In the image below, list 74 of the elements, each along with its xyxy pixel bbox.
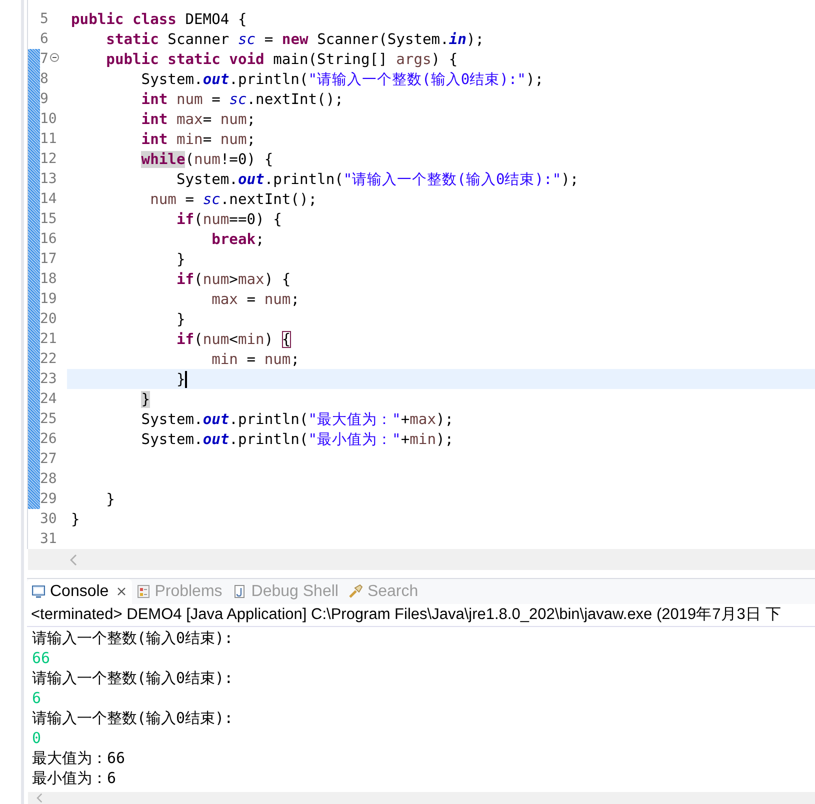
problems-icon	[136, 584, 151, 599]
line-number: 25	[40, 411, 57, 427]
code-line: max = num;	[210, 290, 300, 308]
code-line: if(num>max) {	[175, 270, 291, 288]
code-line: if(num<min) {	[175, 330, 291, 348]
output-text: 最大值为：66	[32, 748, 126, 768]
document-icon	[232, 584, 248, 599]
code-line: }	[71, 510, 80, 528]
line-number: 19	[40, 291, 57, 307]
output-text: 请输入一个整数(输入0结束):	[32, 628, 234, 648]
scroll-left-icon[interactable]	[36, 793, 44, 803]
code-line: int max= num;	[140, 110, 256, 128]
code-line: min = num;	[210, 350, 300, 368]
line-number: 8	[40, 71, 48, 87]
line-number: 16	[40, 231, 57, 247]
line-number: 22	[40, 351, 57, 367]
tab[interactable]: Search	[344, 579, 424, 604]
code-line: }	[175, 250, 186, 268]
line-number: 10	[40, 111, 57, 127]
output-text: 最小值为：6	[32, 768, 116, 788]
line-number: 23	[40, 371, 57, 387]
line-number: 14	[40, 191, 57, 207]
typed-value-text: 6	[32, 688, 42, 708]
scrollbar[interactable]	[28, 792, 815, 804]
line-number: 13	[40, 171, 57, 187]
collapse-icon[interactable]	[50, 53, 59, 62]
console-icon	[31, 584, 46, 599]
tab[interactable]: Problems	[132, 579, 228, 604]
line-number: 20	[40, 311, 57, 327]
code-line: public static void main(String[] args) {	[105, 50, 458, 68]
line-number: 7	[40, 51, 48, 67]
code-line: public class DEMO4 {	[71, 10, 247, 28]
line-number: 11	[40, 131, 57, 147]
code-line: int num = sc.nextInt();	[140, 90, 344, 108]
code-line: System.out.println("最大值为："+max);	[140, 410, 454, 428]
code-line: }	[105, 490, 115, 508]
tab[interactable]: Debug Shell	[228, 579, 344, 604]
code-line: break;	[210, 230, 264, 248]
output-text: 请输入一个整数(输入0结束):	[32, 708, 234, 728]
code-line: while(num!=0) {	[140, 150, 274, 168]
line-number: 15	[40, 211, 57, 227]
code-line: }	[175, 310, 186, 328]
text-cursor	[185, 370, 188, 388]
scroll-left-icon[interactable]	[70, 554, 78, 566]
line-number: 27	[40, 451, 57, 467]
output-text: 请输入一个整数(输入0结束):	[32, 668, 234, 688]
code-line: System.out.println("请输入一个整数(输入0结束):");	[140, 70, 544, 88]
line-number: 18	[40, 271, 57, 287]
typed-value-text: 0	[32, 728, 42, 748]
code-line: System.out.println("请输入一个整数(输入0结束):");	[175, 170, 579, 188]
code-line: num = sc.nextInt();	[149, 190, 318, 208]
code-line: if(num==0) {	[175, 210, 282, 228]
tab[interactable]: Console	[27, 579, 132, 604]
process-status: <terminated> DEMO4 [Java Application] C:\Program Files\Java\jre1.8.0_202\bin\javaw.exe (2019年7月3日 下	[27, 604, 815, 627]
line-number: 26	[40, 431, 57, 447]
scrollbar[interactable]	[28, 549, 815, 570]
close-icon[interactable]	[116, 587, 126, 596]
line-number: 24	[40, 391, 57, 407]
code-line: System.out.println("最小值为："+min);	[140, 430, 454, 448]
line-number: 17	[40, 251, 57, 267]
line-number: 30	[40, 511, 57, 527]
code-line: int min= num;	[140, 130, 256, 148]
line-number: 9	[40, 91, 48, 107]
code-line: }	[175, 370, 186, 388]
search-icon	[348, 584, 364, 599]
line-number: 12	[40, 151, 57, 167]
line-number: 31	[40, 531, 57, 547]
line-number: 28	[40, 471, 57, 487]
line-number: 21	[40, 331, 57, 347]
line-number: 29	[40, 491, 57, 507]
line-number: 6	[40, 31, 48, 47]
typed-value-text: 66	[32, 648, 50, 668]
code-line: static Scanner sc = new Scanner(System.in);	[105, 30, 484, 48]
line-number: 5	[40, 11, 48, 27]
